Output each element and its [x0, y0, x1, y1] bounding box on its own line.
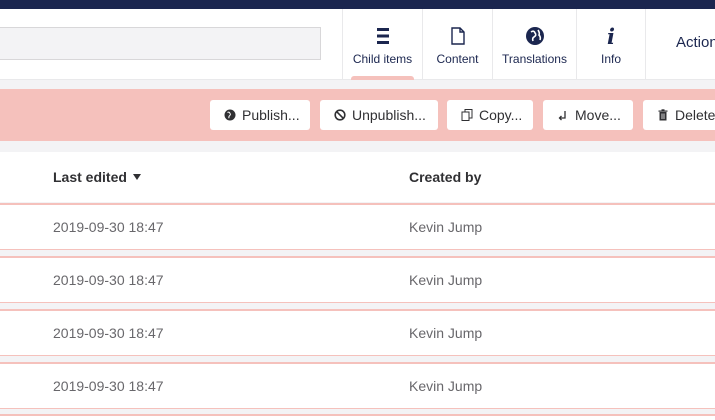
move-icon [557, 109, 569, 121]
created-by-cell: Kevin Jump [409, 378, 483, 394]
copy-label: Copy... [479, 107, 523, 123]
move-button[interactable]: Move... [543, 100, 633, 130]
editor-header: Child items Content Translations i Info … [0, 9, 715, 80]
trash-icon [657, 109, 669, 121]
last-edited-cell: 2019-09-30 18:47 [53, 272, 164, 288]
document-icon [423, 23, 492, 49]
publish-button[interactable]: Publish... [210, 100, 310, 130]
app-child-items-label: Child items [352, 52, 413, 66]
app-child-items[interactable]: Child items [342, 9, 422, 80]
block-icon [334, 109, 346, 121]
created-by-cell: Kevin Jump [409, 219, 483, 235]
table-header: Last edited Created by [0, 152, 715, 202]
publish-label: Publish... [242, 107, 300, 123]
table-row[interactable]: 2019-09-30 18:47 Kevin Jump [0, 362, 715, 409]
unpublish-button[interactable]: Unpublish... [320, 100, 438, 130]
table-row[interactable]: 2019-09-30 18:47 Kevin Jump [0, 309, 715, 356]
unpublish-label: Unpublish... [352, 107, 426, 123]
list-icon [343, 23, 422, 49]
created-by-cell: Kevin Jump [409, 272, 483, 288]
copy-icon [461, 109, 473, 121]
actions-label: Actions [676, 34, 715, 51]
move-label: Move... [575, 107, 621, 123]
table-row[interactable]: 2019-09-30 18:47 Kevin Jump [0, 203, 715, 250]
last-edited-cell: 2019-09-30 18:47 [53, 325, 164, 341]
app-content[interactable]: Content [422, 9, 492, 79]
sort-descending-icon [132, 174, 141, 180]
app-info-label: Info [600, 52, 621, 66]
delete-label: Delete [675, 107, 715, 123]
node-name-input[interactable] [0, 27, 321, 60]
column-header-created-by[interactable]: Created by [409, 169, 481, 185]
last-edited-cell: 2019-09-30 18:47 [53, 219, 164, 235]
app-content-label: Content [436, 52, 479, 66]
last-edited-cell: 2019-09-30 18:47 [53, 378, 164, 394]
actions-menu[interactable]: Actions [645, 9, 715, 79]
created-by-cell: Kevin Jump [409, 325, 483, 341]
copy-button[interactable]: Copy... [447, 100, 533, 130]
table-row[interactable]: 2019-09-30 18:47 Kevin Jump [0, 256, 715, 303]
app-info[interactable]: i Info [576, 9, 645, 79]
app-translations[interactable]: Translations [492, 9, 576, 79]
column-header-last-edited[interactable]: Last edited [53, 169, 141, 185]
globe-icon [224, 109, 236, 121]
bulk-actions-toolbar: Publish... Unpublish... Copy... Move... … [0, 89, 715, 141]
delete-button[interactable]: Delete [643, 100, 715, 130]
info-icon: i [607, 23, 615, 49]
globe-icon [493, 23, 576, 49]
app-translations-label: Translations [502, 52, 567, 66]
top-navigation-bar [0, 0, 715, 9]
table-row-partial [0, 414, 715, 420]
